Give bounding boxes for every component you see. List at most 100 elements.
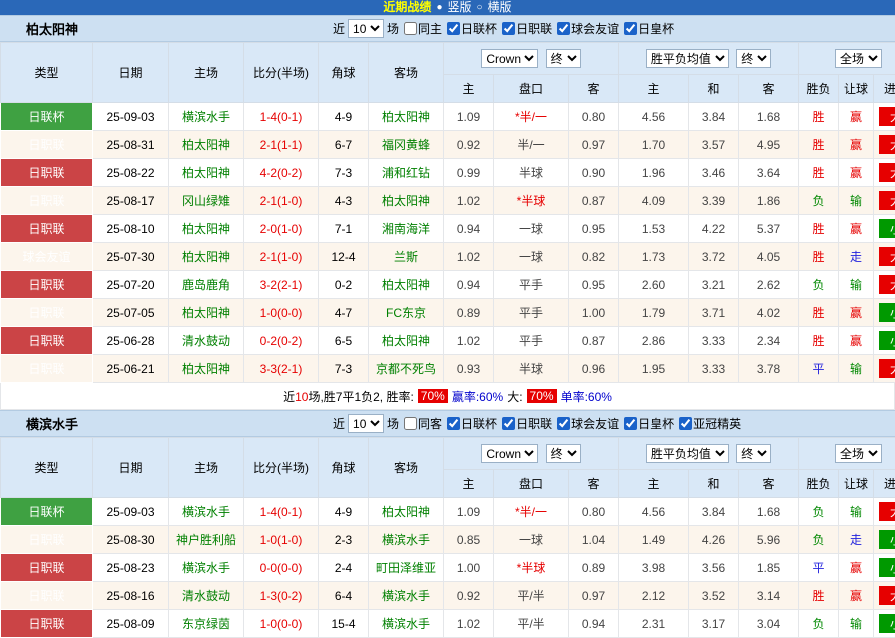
handicap-result-cell: 赢 [839, 215, 874, 243]
match-count-select[interactable]: 10 [348, 414, 384, 433]
section-header: 横滨水手 近 10 场 同客 日联杯日职联球会友谊日皇杯亚冠精英 [0, 410, 895, 437]
away-team-link[interactable]: 柏太阳神 [369, 327, 444, 355]
filter-same-away: 同客 [404, 415, 442, 432]
league-label: 日联杯 [461, 415, 497, 432]
handicap-result-cell: 输 [839, 498, 874, 526]
home-team-link[interactable]: 冈山绿雉 [169, 187, 244, 215]
home-team-link[interactable]: 横滨水手 [169, 554, 244, 582]
scope-select[interactable]: 全场 [835, 49, 882, 68]
away-team-link[interactable]: 柏太阳神 [369, 103, 444, 131]
corner-score: 15-4 [319, 610, 369, 638]
league-checkbox[interactable] [557, 417, 570, 430]
home-team-link[interactable]: 神户胜利船 [169, 526, 244, 554]
result-cell: 负 [799, 610, 839, 638]
asian-away-odds: 0.80 [569, 103, 619, 131]
asian-away-odds: 0.89 [569, 554, 619, 582]
asian-home-odds: 1.02 [444, 327, 494, 355]
away-team-link[interactable]: 浦和红钻 [369, 159, 444, 187]
europe-away-odds: 2.62 [739, 271, 799, 299]
away-team-link[interactable]: 兰斯 [369, 243, 444, 271]
league-checkbox[interactable] [502, 417, 515, 430]
asian-away-odds: 0.97 [569, 131, 619, 159]
league-checkbox[interactable] [624, 22, 637, 35]
league-checkbox[interactable] [447, 417, 460, 430]
home-team-link[interactable]: 清水鼓动 [169, 327, 244, 355]
asian-away-odds: 0.97 [569, 582, 619, 610]
away-team-link[interactable]: 横滨水手 [369, 610, 444, 638]
horizontal-option-label[interactable]: 横版 [488, 0, 512, 15]
home-team-link[interactable]: 清水鼓动 [169, 582, 244, 610]
final-odds-select[interactable]: 终 [546, 49, 581, 68]
final-odds-select-2[interactable]: 终 [736, 444, 771, 463]
same-home-checkbox[interactable] [404, 22, 417, 35]
vertical-radio-icon[interactable]: ● [436, 0, 442, 15]
final-odds-select-2[interactable]: 终 [736, 49, 771, 68]
europe-draw-odds: 3.84 [689, 498, 739, 526]
same-away-checkbox[interactable] [404, 417, 417, 430]
home-team-link[interactable]: 柏太阳神 [169, 299, 244, 327]
vertical-option-label[interactable]: 竖版 [447, 0, 471, 15]
league-checkbox[interactable] [624, 417, 637, 430]
goals-cell: 小 [874, 299, 895, 327]
match-type-badge: 日职联 [1, 131, 93, 159]
avg-odds-select[interactable]: 胜平负均值 [646, 444, 729, 463]
match-type-badge: 日职联 [1, 271, 93, 299]
goals-badge: 小 [879, 614, 895, 633]
match-score: 1-4(0-1) [244, 498, 319, 526]
result-cell: 负 [799, 271, 839, 299]
away-team-link[interactable]: 柏太阳神 [369, 187, 444, 215]
home-team-link[interactable]: 横滨水手 [169, 103, 244, 131]
asian-away-odds: 0.90 [569, 159, 619, 187]
match-date: 25-09-03 [93, 498, 169, 526]
away-team-link[interactable]: FC东京 [369, 299, 444, 327]
home-team-link[interactable]: 横滨水手 [169, 498, 244, 526]
away-team-link[interactable]: 湘南海洋 [369, 215, 444, 243]
asian-away-odds: 0.94 [569, 610, 619, 638]
league-checkbox[interactable] [557, 22, 570, 35]
league-checkbox[interactable] [447, 22, 460, 35]
home-team-link[interactable]: 柏太阳神 [169, 131, 244, 159]
match-row: 日职联25-08-30神户胜利船1-0(1-0)2-3横滨水手0.85一球1.0… [1, 526, 895, 554]
home-team-link[interactable]: 柏太阳神 [169, 243, 244, 271]
europe-home-odds: 2.60 [619, 271, 689, 299]
match-date: 25-08-16 [93, 582, 169, 610]
avg-odds-select[interactable]: 胜平负均值 [646, 49, 729, 68]
away-team-link[interactable]: 柏太阳神 [369, 498, 444, 526]
match-count-select[interactable]: 10 [348, 19, 384, 38]
col-away: 客场 [369, 43, 444, 103]
handicap-result-cell: 赢 [839, 554, 874, 582]
odds-company-select[interactable]: Crown [481, 444, 538, 463]
final-odds-select[interactable]: 终 [546, 444, 581, 463]
odds-company-select[interactable]: Crown [481, 49, 538, 68]
matches-table: 类型 日期 主场 比分(半场) 角球 客场 Crown 终 胜平负均值 终 全场 [0, 42, 895, 383]
away-team-link[interactable]: 横滨水手 [369, 526, 444, 554]
away-team-link[interactable]: 京都不死鸟 [369, 355, 444, 383]
away-team-link[interactable]: 福冈黄蜂 [369, 131, 444, 159]
league-checkbox[interactable] [502, 22, 515, 35]
scope-select[interactable]: 全场 [835, 444, 882, 463]
away-team-link[interactable]: 柏太阳神 [369, 271, 444, 299]
asian-odds-group: Crown 终 [444, 438, 619, 470]
horizontal-radio-icon[interactable]: ○ [477, 0, 483, 15]
home-team-link[interactable]: 东京绿茵 [169, 610, 244, 638]
league-checkbox[interactable] [679, 417, 692, 430]
big-rate-badge: 70% [527, 389, 557, 403]
home-team-link[interactable]: 鹿岛鹿角 [169, 271, 244, 299]
goals-cell: 大 [874, 271, 895, 299]
asian-away-odds: 0.82 [569, 243, 619, 271]
away-team-link[interactable]: 町田泽维亚 [369, 554, 444, 582]
handicap-line: 一球 [494, 526, 569, 554]
away-team-link[interactable]: 横滨水手 [369, 582, 444, 610]
asian-home-odds: 1.09 [444, 103, 494, 131]
handicap-line: *半/一 [494, 498, 569, 526]
summary-row: 近10场,胜7平1负2, 胜率: 70% 赢率:60% 大: 70% 单率:60… [0, 383, 895, 410]
europe-draw-odds: 3.71 [689, 299, 739, 327]
home-team-link[interactable]: 柏太阳神 [169, 215, 244, 243]
scope-group: 全场 [799, 438, 895, 470]
handicap-line: 半球 [494, 159, 569, 187]
result-cell: 胜 [799, 582, 839, 610]
home-team-link[interactable]: 柏太阳神 [169, 159, 244, 187]
home-team-link[interactable]: 柏太阳神 [169, 355, 244, 383]
goals-cell: 大 [874, 355, 895, 383]
europe-draw-odds: 3.56 [689, 554, 739, 582]
